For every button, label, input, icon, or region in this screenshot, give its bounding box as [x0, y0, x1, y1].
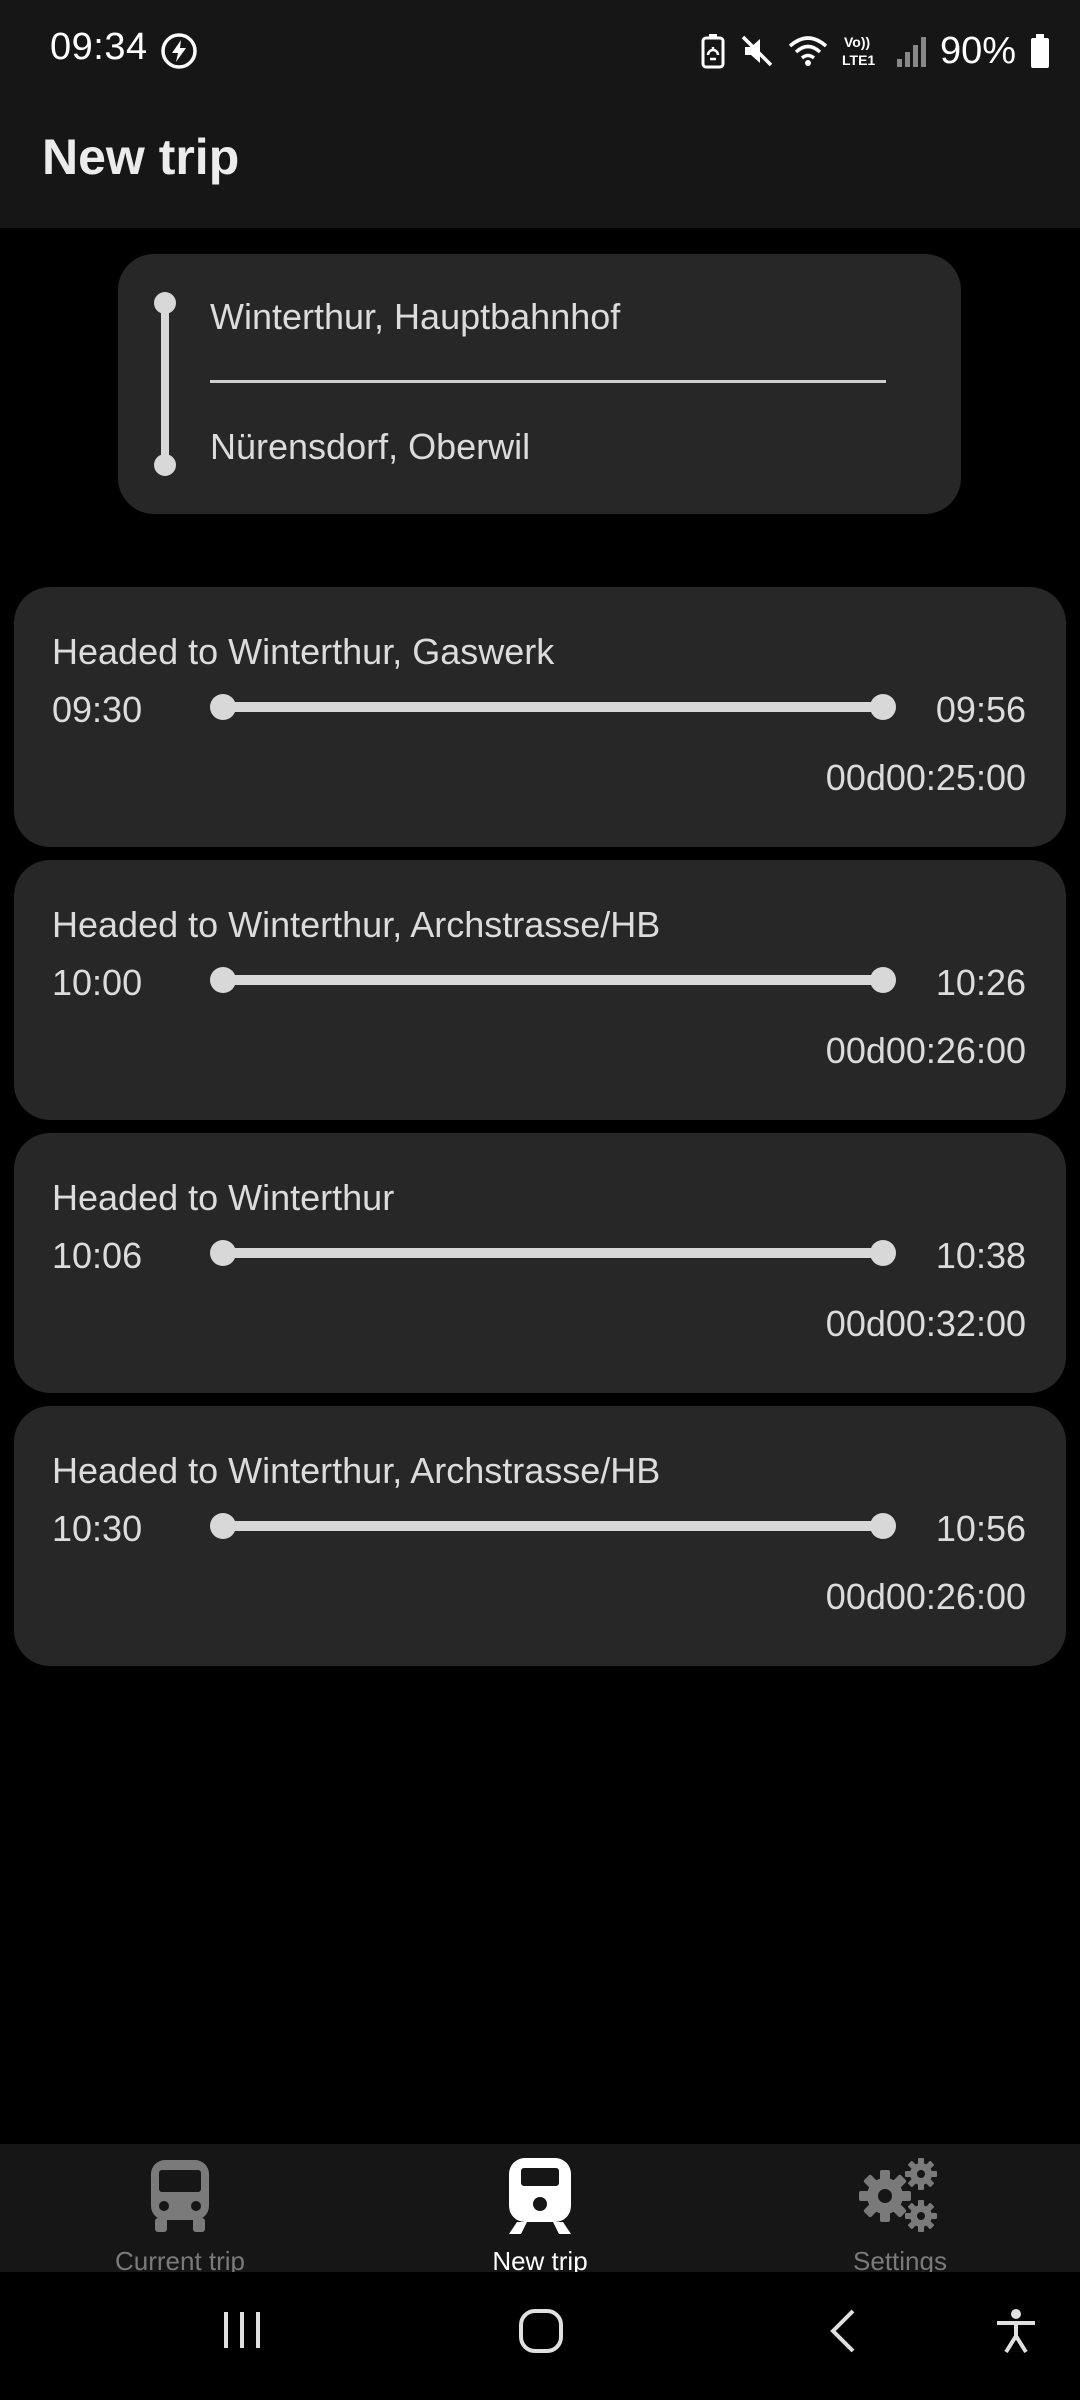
gears-icon	[859, 2158, 937, 2232]
battery-icon	[1031, 34, 1049, 68]
signal-icon	[896, 37, 926, 67]
trip-duration: 00d00:32:00	[825, 1303, 1026, 1344]
app-bar: New trip	[0, 100, 1080, 228]
nav-item-current-trip[interactable]: Current trip	[0, 2144, 360, 2276]
page-title: New trip	[42, 129, 240, 185]
trip-duration: 00d00:25:00	[825, 757, 1026, 798]
route-to-input[interactable]: Nürensdorf, Oberwil	[210, 426, 530, 468]
trip-duration: 00d00:26:00	[825, 1030, 1026, 1071]
charging-bolt-icon	[161, 33, 197, 69]
trip-card[interactable]: Headed to Winterthur, Gaswerk 09:30 09:5…	[14, 587, 1066, 847]
svg-text:LTE1: LTE1	[842, 52, 875, 68]
trip-departure-time: 10:00	[52, 962, 143, 1003]
nav-item-settings[interactable]: Settings	[720, 2144, 1080, 2276]
trip-progress-track	[210, 694, 896, 720]
bus-icon	[151, 2160, 209, 2232]
trip-arrival-time: 10:56	[935, 1508, 1026, 1549]
trip-destination: Headed to Winterthur	[52, 1177, 395, 1218]
status-time: 09:34	[50, 26, 148, 68]
route-divider	[210, 380, 886, 383]
trip-card[interactable]: Headed to Winterthur 10:06 10:38 00d00:3…	[14, 1133, 1066, 1393]
trip-progress-track	[210, 967, 896, 993]
trip-destination: Headed to Winterthur, Gaswerk	[52, 631, 555, 672]
status-bar: 09:34 Vo)) LTE1 90%	[0, 0, 1080, 100]
home-icon[interactable]	[518, 2308, 564, 2354]
battery-saver-icon	[701, 34, 725, 69]
route-card: Winterthur, Hauptbahnhof Nürensdorf, Obe…	[118, 254, 961, 514]
trip-arrival-time: 10:38	[935, 1235, 1026, 1276]
trip-destination: Headed to Winterthur, Archstrasse/HB	[52, 904, 661, 945]
trip-arrival-time: 10:26	[935, 962, 1026, 1003]
recents-icon[interactable]	[222, 2308, 262, 2352]
system-navigation-bar	[0, 2272, 1080, 2400]
trip-departure-time: 10:30	[52, 1508, 143, 1549]
bottom-navigation: Current trip New trip Settings	[0, 2144, 1080, 2276]
volte-lte-icon: Vo)) LTE1	[842, 34, 875, 68]
trip-progress-track	[210, 1513, 896, 1539]
trip-card[interactable]: Headed to Winterthur, Archstrasse/HB 10:…	[14, 860, 1066, 1120]
back-icon[interactable]	[828, 2308, 858, 2354]
trip-destination: Headed to Winterthur, Archstrasse/HB	[52, 1450, 661, 1491]
trip-departure-time: 09:30	[52, 689, 143, 730]
trip-duration: 00d00:26:00	[825, 1576, 1026, 1617]
route-from-input[interactable]: Winterthur, Hauptbahnhof	[210, 296, 620, 338]
battery-percent: 90%	[939, 29, 1016, 72]
route-line-icon	[154, 292, 176, 476]
trip-progress-track	[210, 1240, 896, 1266]
wifi-icon	[788, 36, 828, 66]
train-icon	[509, 2158, 571, 2234]
trip-arrival-time: 09:56	[935, 689, 1026, 730]
status-icons: Vo)) LTE1 90%	[700, 24, 1050, 78]
nav-item-new-trip[interactable]: New trip	[360, 2144, 720, 2276]
mute-icon	[741, 35, 773, 67]
trip-departure-time: 10:06	[52, 1235, 143, 1276]
svg-text:Vo)): Vo))	[844, 34, 870, 50]
trip-card[interactable]: Headed to Winterthur, Archstrasse/HB 10:…	[14, 1406, 1066, 1666]
accessibility-icon[interactable]	[994, 2308, 1038, 2354]
